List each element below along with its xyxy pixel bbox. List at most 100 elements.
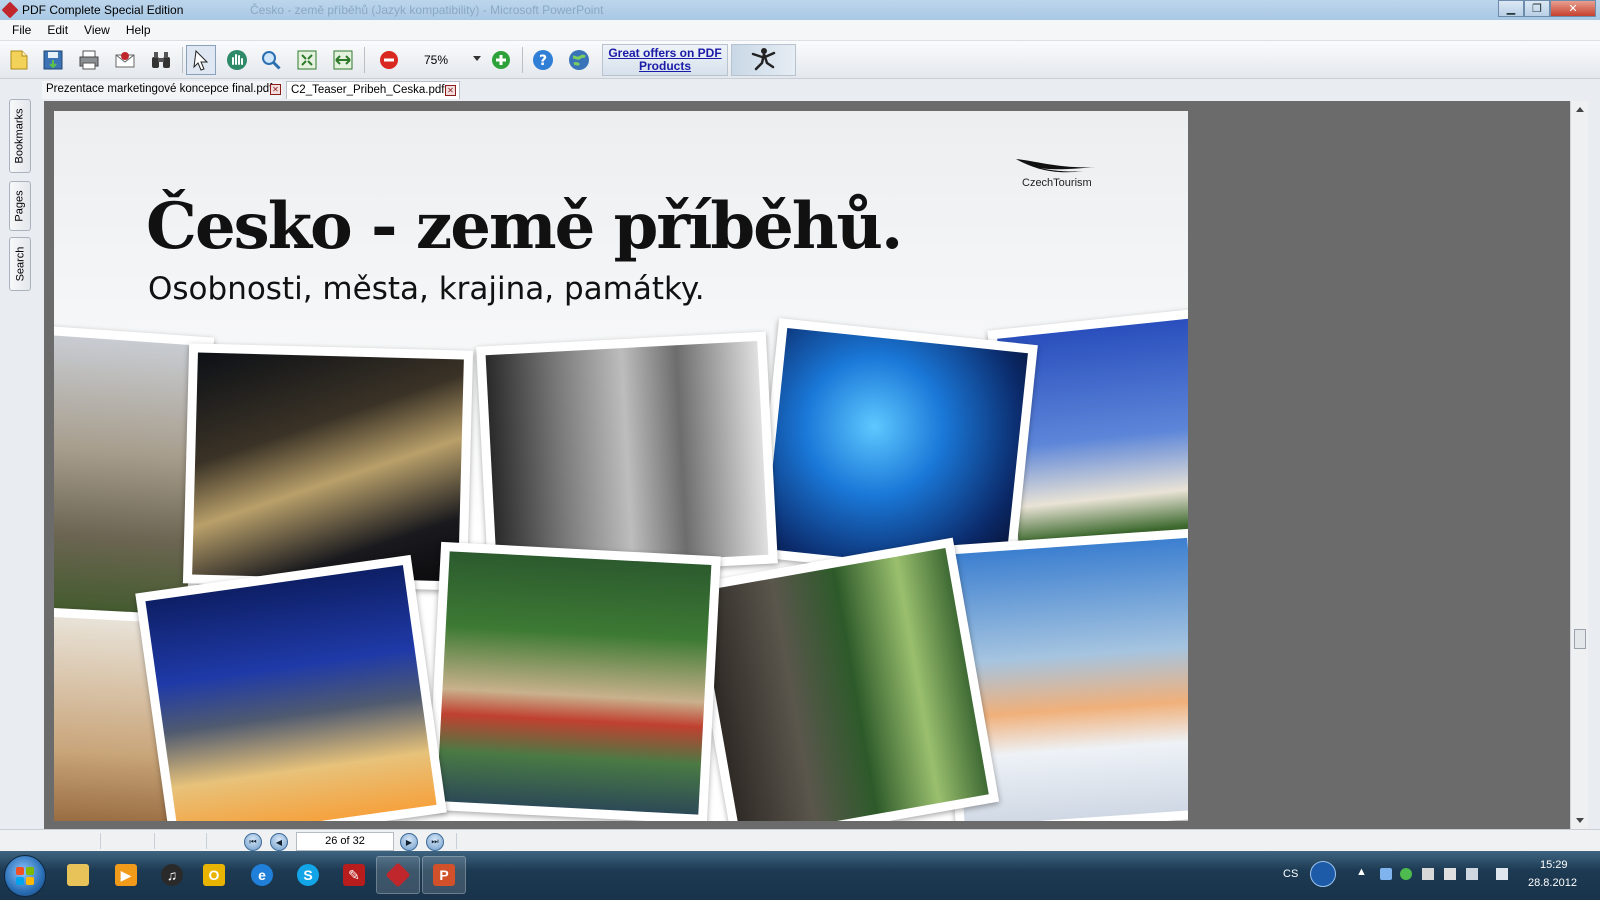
- binoculars-icon: [152, 52, 170, 68]
- flag-icon[interactable]: [1444, 868, 1456, 880]
- taskbar-internet-explorer[interactable]: e: [240, 856, 284, 894]
- next-page-icon: ▶: [405, 837, 413, 847]
- taskbar-outlook[interactable]: O: [192, 856, 236, 894]
- window-controls: ▁ ❐ ✕: [1498, 0, 1596, 18]
- skype-icon: S: [297, 864, 319, 886]
- email-button[interactable]: [110, 45, 140, 75]
- taskbar-powerpoint[interactable]: P: [422, 856, 466, 894]
- zoom-out-button[interactable]: [374, 45, 404, 75]
- menu-view[interactable]: View: [76, 23, 118, 37]
- svg-text:?: ?: [539, 53, 547, 69]
- taskbar-media-player[interactable]: ▶: [104, 856, 148, 894]
- first-page-button[interactable]: ⏮: [244, 833, 262, 851]
- start-button[interactable]: [4, 855, 46, 897]
- select-tool-button[interactable]: [186, 45, 216, 75]
- first-page-icon: ⏮: [249, 837, 257, 846]
- hand-tool-button[interactable]: [222, 45, 252, 75]
- taskbar-pdf-viewer[interactable]: ✎: [332, 856, 376, 894]
- tab-label: C2_Teaser_Pribeh_Ceska.pdf: [291, 84, 445, 96]
- last-page-button[interactable]: ⏭: [426, 833, 444, 851]
- offers-banner-image[interactable]: [731, 44, 796, 76]
- globe-icon: [569, 50, 589, 70]
- folder-icon: [67, 864, 89, 886]
- previous-page-button[interactable]: ◀: [270, 833, 288, 851]
- device-icon[interactable]: [1422, 868, 1434, 880]
- help-button[interactable]: ?: [528, 45, 558, 75]
- side-tab-pages[interactable]: Pages: [9, 181, 31, 231]
- open-icon: [10, 50, 28, 70]
- photo-people: [476, 331, 778, 579]
- toolbar-separator: [522, 47, 523, 73]
- select-arrow-icon: [193, 49, 209, 71]
- volume-icon[interactable]: [1496, 868, 1508, 880]
- background-window-title: Česko - země příběhů (Jazyk kompatibilit…: [250, 3, 604, 17]
- find-button[interactable]: [146, 45, 176, 75]
- scroll-down-icon[interactable]: [1576, 818, 1584, 823]
- windows-logo-icon: [16, 867, 34, 885]
- next-page-button[interactable]: ▶: [400, 833, 418, 851]
- side-panel: Bookmarks Pages Search: [0, 99, 42, 829]
- web-button[interactable]: [564, 45, 594, 75]
- network-icon[interactable]: [1466, 868, 1478, 880]
- taskbar-skype[interactable]: S: [286, 856, 330, 894]
- security-icon[interactable]: [1400, 868, 1412, 880]
- taskbar-itunes[interactable]: ♫: [150, 856, 194, 894]
- clock-time[interactable]: 15:29: [1540, 859, 1568, 871]
- zoom-out-icon: [380, 51, 398, 69]
- status-bar: ⏮ ◀ 26 of 32 ▶ ⏭: [0, 829, 1600, 851]
- window-title: PDF Complete Special Edition: [22, 3, 184, 17]
- previous-page-icon: ◀: [275, 837, 283, 847]
- scroll-thumb[interactable]: [1574, 629, 1586, 649]
- chevron-down-icon[interactable]: [473, 56, 481, 61]
- outlook-icon: O: [203, 864, 225, 886]
- menu-help[interactable]: Help: [118, 23, 159, 37]
- swoosh-icon: [1016, 159, 1096, 173]
- clock-date[interactable]: 28.8.2012: [1528, 877, 1577, 889]
- photo-industrial: [182, 343, 474, 591]
- page-number-field[interactable]: 26 of 32: [296, 832, 394, 851]
- print-button[interactable]: [74, 45, 104, 75]
- hand-tool-icon: [227, 50, 247, 70]
- photo-town: [427, 541, 721, 821]
- last-page-icon: ⏭: [431, 837, 439, 846]
- fit-width-button[interactable]: [328, 45, 358, 75]
- close-button[interactable]: ✕: [1550, 0, 1596, 17]
- save-button[interactable]: [38, 45, 68, 75]
- tab-prezentace[interactable]: Prezentace marketingové koncepce final.p…: [42, 81, 282, 99]
- pdf-viewer-icon: ✎: [343, 864, 365, 886]
- internet-explorer-icon: e: [251, 864, 273, 886]
- tab-teaser[interactable]: C2_Teaser_Pribeh_Ceska.pdf ✕: [286, 81, 460, 99]
- media-player-icon: ▶: [115, 864, 137, 886]
- info-icon[interactable]: [1310, 861, 1336, 887]
- pdf-complete-icon: [385, 862, 411, 888]
- bluetooth-icon[interactable]: [1380, 868, 1392, 880]
- show-hidden-icons-icon[interactable]: ▲: [1356, 866, 1367, 878]
- menu-edit[interactable]: Edit: [39, 23, 76, 37]
- zoom-level-select[interactable]: 75%: [424, 53, 448, 67]
- zoom-tool-icon: [262, 51, 281, 70]
- fit-page-icon: [297, 50, 317, 70]
- side-tab-bookmarks[interactable]: Bookmarks: [9, 99, 31, 173]
- taskbar-explorer[interactable]: [56, 856, 100, 894]
- close-icon[interactable]: ✕: [270, 84, 281, 95]
- zoom-in-button[interactable]: [486, 45, 516, 75]
- status-separator: [154, 833, 155, 849]
- title-bar: PDF Complete Special Edition Česko - zem…: [0, 0, 1600, 20]
- powerpoint-icon: P: [433, 864, 455, 886]
- toolbar-separator: [182, 47, 183, 73]
- zoom-tool-button[interactable]: [256, 45, 286, 75]
- tab-label: Prezentace marketingové koncepce final.p…: [46, 83, 273, 95]
- language-indicator[interactable]: CS: [1283, 868, 1298, 880]
- offers-link[interactable]: Great offers on PDF Products: [602, 44, 728, 76]
- side-tab-search[interactable]: Search: [9, 237, 31, 291]
- fit-page-button[interactable]: [292, 45, 322, 75]
- menu-file[interactable]: File: [4, 23, 39, 37]
- scroll-up-icon[interactable]: [1576, 107, 1584, 112]
- document-tab-bar: Prezentace marketingové koncepce final.p…: [0, 80, 1600, 99]
- maximize-button[interactable]: ❐: [1524, 0, 1550, 17]
- vertical-scrollbar[interactable]: [1570, 101, 1588, 829]
- close-icon[interactable]: ✕: [445, 85, 456, 96]
- taskbar-pdf-complete[interactable]: [376, 856, 420, 894]
- minimize-button[interactable]: ▁: [1498, 0, 1524, 17]
- open-button[interactable]: [4, 45, 34, 75]
